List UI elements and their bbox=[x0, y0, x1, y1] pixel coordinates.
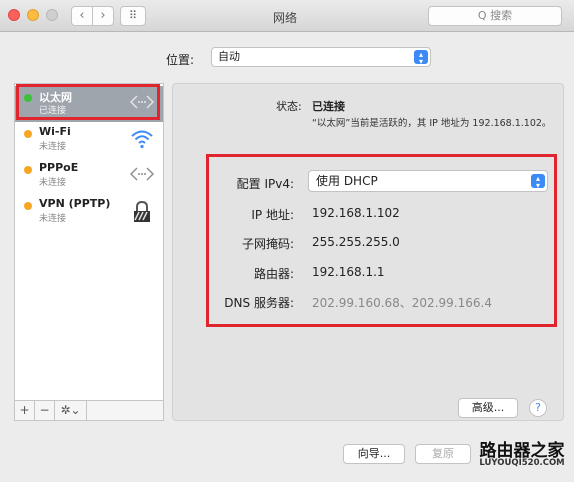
watermark-url: LUYOUQI520.COM bbox=[479, 458, 565, 468]
location-value: 自动 bbox=[218, 50, 240, 63]
service-name: Wi-Fi bbox=[39, 125, 71, 138]
highlight-ip-settings bbox=[206, 154, 557, 327]
service-list: 以太网 已连接 Wi-Fi 未连接 PPPoE 未连接 VPN (PPTP) 未… bbox=[14, 83, 164, 401]
revert-button[interactable]: 复原 bbox=[415, 444, 471, 464]
minimize-window-button[interactable] bbox=[27, 9, 39, 21]
location-label: 位置: bbox=[166, 53, 195, 67]
back-icon[interactable]: ‹ bbox=[71, 6, 93, 26]
service-status: 未连接 bbox=[39, 142, 67, 152]
status-label: 状态: bbox=[276, 100, 302, 113]
service-name: VPN (PPTP) bbox=[39, 197, 111, 210]
zoom-window-button[interactable] bbox=[46, 9, 58, 21]
status-description: “以太网”当前是活跃的，其 IP 地址为 192.168.1.102。 bbox=[312, 118, 552, 129]
service-list-controls: + − ✲⌄ bbox=[14, 401, 164, 421]
ethernet-arrows-icon bbox=[129, 163, 155, 187]
service-item-pppoe[interactable]: PPPoE 未连接 bbox=[15, 158, 163, 194]
forward-icon[interactable]: › bbox=[92, 6, 114, 26]
network-preferences-window: ‹ › ⠿ 网络 Q 搜索 位置: 自动 ▴ ▾ 以太网 已连接 Wi-Fi 未连… bbox=[0, 0, 574, 482]
select-stepper-icon: ▴ ▾ bbox=[414, 50, 428, 66]
status-dot bbox=[24, 202, 32, 210]
title-bar: ‹ › ⠿ 网络 Q 搜索 bbox=[0, 0, 574, 32]
assist-me-button[interactable]: 向导... bbox=[343, 444, 405, 464]
add-service-button[interactable]: + bbox=[15, 401, 35, 420]
wifi-icon bbox=[129, 127, 155, 151]
remove-service-button[interactable]: − bbox=[35, 401, 55, 420]
help-button[interactable]: ? bbox=[529, 399, 547, 417]
close-window-button[interactable] bbox=[8, 9, 20, 21]
search-field[interactable]: Q 搜索 bbox=[428, 6, 562, 26]
vpn-lock-icon bbox=[129, 199, 155, 223]
location-select[interactable]: 自动 ▴ ▾ bbox=[211, 47, 431, 67]
status-dot bbox=[24, 166, 32, 174]
service-name: PPPoE bbox=[39, 161, 79, 174]
service-item-wifi[interactable]: Wi-Fi 未连接 bbox=[15, 122, 163, 158]
window-title: 网络 bbox=[272, 11, 297, 25]
service-item-vpn[interactable]: VPN (PPTP) 未连接 bbox=[15, 194, 163, 230]
show-all-grid-icon[interactable]: ⠿ bbox=[120, 6, 146, 26]
service-status: 未连接 bbox=[39, 178, 67, 188]
status-dot bbox=[24, 130, 32, 138]
advanced-button[interactable]: 高级... bbox=[458, 398, 518, 418]
gear-icon[interactable]: ✲⌄ bbox=[55, 401, 87, 420]
service-status: 未连接 bbox=[39, 214, 67, 224]
status-value: 已连接 bbox=[312, 100, 345, 113]
highlight-ethernet bbox=[16, 84, 160, 120]
